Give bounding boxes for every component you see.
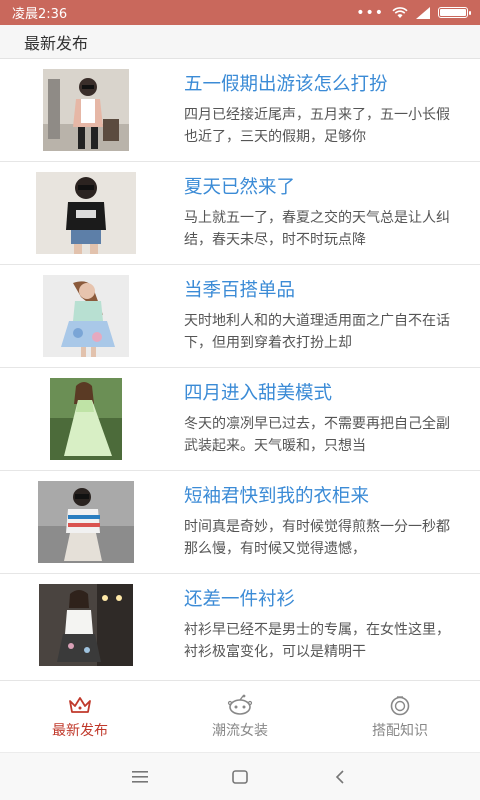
tab-fashion[interactable]: 潮流女装 xyxy=(160,681,320,752)
article-thumbnail xyxy=(43,69,129,151)
home-square-icon xyxy=(232,769,248,784)
status-time: 凌晨2:36 xyxy=(12,7,68,22)
article-title[interactable]: 五一假期出游该怎么打扮 xyxy=(184,72,458,98)
page-title: 最新发布 xyxy=(24,33,89,53)
article-summary: 冬天的凛冽早已过去，不需要再把自己全副武装起来。天气暖和，只想当 xyxy=(184,416,450,454)
article-thumbnail xyxy=(50,378,122,460)
list-item[interactable]: 五一假期出游该怎么打扮 四月已经接近尾声，五月来了，五一小长假也近了，三天的假期… xyxy=(0,59,480,162)
article-title[interactable]: 当季百搭单品 xyxy=(184,278,458,304)
article-title[interactable]: 夏天已然来了 xyxy=(184,175,458,201)
alien-face-icon xyxy=(227,694,253,715)
notification-dots-icon: ••• xyxy=(356,4,384,21)
menu-button[interactable] xyxy=(126,767,154,787)
wifi-icon xyxy=(392,6,408,18)
article-thumbnail xyxy=(36,172,136,254)
article-summary: 时间真是奇妙，有时候觉得煎熬一分一秒都那么慢，有时候又觉得遗憾， xyxy=(184,519,450,557)
article-list[interactable]: 五一假期出游该怎么打扮 四月已经接近尾声，五月来了，五一小长假也近了，三天的假期… xyxy=(0,59,480,676)
signal-icon xyxy=(416,6,430,19)
article-thumbnail xyxy=(43,275,129,357)
home-button[interactable] xyxy=(226,767,254,787)
article-summary: 马上就五一了，春夏之交的天气总是让人纠结，春天未尽，时不时玩点降 xyxy=(184,210,450,248)
article-thumbnail xyxy=(39,584,133,666)
tab-knowledge[interactable]: 搭配知识 xyxy=(320,681,480,752)
list-item[interactable]: 短袖君快到我的衣柜来 时间真是奇妙，有时候觉得煎熬一分一秒都那么慢，有时候又觉得… xyxy=(0,471,480,574)
list-item[interactable]: 当季百搭单品 天时地利人和的大道理适用面之广自不在话下，但用到穿着衣打扮上却 xyxy=(0,265,480,368)
tab-label: 潮流女装 xyxy=(212,722,268,739)
page-header: 最新发布 xyxy=(0,25,480,59)
list-item[interactable]: 还差一件衬衫 衬衫早已经不是男士的专属，在女性这里，衬衫极富变化，可以是精明干 xyxy=(0,574,480,676)
back-button[interactable] xyxy=(326,767,354,787)
article-summary: 衬衫早已经不是男士的专属，在女性这里，衬衫极富变化，可以是精明干 xyxy=(184,622,450,660)
tab-latest[interactable]: 最新发布 xyxy=(0,681,160,752)
list-item[interactable]: 夏天已然来了 马上就五一了，春夏之交的天气总是让人纠结，春天未尽，时不时玩点降 xyxy=(0,162,480,265)
article-summary: 天时地利人和的大道理适用面之广自不在话下，但用到穿着衣打扮上却 xyxy=(184,313,450,351)
system-nav-bar xyxy=(0,752,480,800)
article-thumbnail xyxy=(38,481,134,563)
crown-icon xyxy=(69,696,91,713)
battery-icon xyxy=(438,7,471,18)
tab-label: 最新发布 xyxy=(52,722,108,739)
status-icons: ••• xyxy=(356,4,471,21)
article-summary: 四月已经接近尾声，五月来了，五一小长假也近了，三天的假期，足够你 xyxy=(184,107,450,145)
ring-icon xyxy=(390,695,410,715)
bottom-tab-bar: 最新发布 潮流女装 搭配知识 xyxy=(0,680,480,752)
menu-icon xyxy=(132,770,148,783)
tab-label: 搭配知识 xyxy=(372,722,428,739)
status-bar: 凌晨2:36 ••• xyxy=(0,0,480,25)
article-title[interactable]: 还差一件衬衫 xyxy=(184,587,458,613)
list-item[interactable]: 四月进入甜美模式 冬天的凛冽早已过去，不需要再把自己全副武装起来。天气暖和，只想… xyxy=(0,368,480,471)
back-chevron-icon xyxy=(335,769,344,784)
article-title[interactable]: 短袖君快到我的衣柜来 xyxy=(184,484,458,510)
article-title[interactable]: 四月进入甜美模式 xyxy=(184,381,458,407)
